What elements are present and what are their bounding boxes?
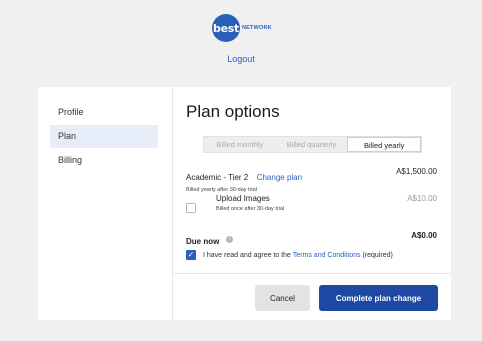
billing-monthly-option[interactable]: Billed monthly	[204, 137, 276, 152]
complete-plan-change-button[interactable]: Complete plan change	[319, 285, 438, 311]
due-now-row: Due now i A$0.00	[186, 231, 437, 249]
sidebar-item-profile[interactable]: Profile	[50, 101, 158, 124]
billing-yearly-option[interactable]: Billed yearly	[347, 137, 422, 152]
terms-agreement-text: I have read and agree to the Terms and C…	[203, 252, 393, 259]
logout-link[interactable]: Logout	[0, 54, 482, 64]
logo-subtext: NETWORK	[242, 25, 272, 31]
page-title: Plan options	[186, 102, 280, 121]
plan-name: Academic - Tier 2	[186, 173, 249, 182]
addon-billing-note: Billed once after 30-day trial	[216, 206, 285, 212]
terms-checkbox[interactable]: ✓	[186, 250, 196, 260]
due-now-price: A$0.00	[411, 231, 437, 240]
billing-quarterly-option[interactable]: Billed quarterly	[276, 137, 348, 152]
addon-checkbox[interactable]	[186, 203, 196, 213]
addon-name: Upload Images	[216, 194, 270, 203]
addon-price: A$10.00	[407, 194, 437, 203]
cancel-button[interactable]: Cancel	[255, 285, 310, 311]
plan-row: Academic - Tier 2 Change plan A$1,500.00…	[186, 167, 437, 193]
sidebar-nav: Profile Plan Billing	[50, 101, 158, 173]
addon-row: Upload Images Billed once after 30-day t…	[186, 194, 437, 216]
terms-agreement-row: ✓ I have read and agree to the Terms and…	[186, 250, 437, 260]
sidebar-item-plan[interactable]: Plan	[50, 125, 158, 148]
plan-billing-note: Billed yearly after 30-day trial	[186, 187, 257, 193]
footer-divider	[173, 273, 451, 274]
plan-price: A$1,500.00	[396, 167, 437, 176]
info-icon[interactable]: i	[225, 236, 233, 244]
due-now-label: Due now	[186, 237, 220, 246]
terms-prefix: I have read and agree to the	[203, 251, 291, 259]
billing-period-toggle: Billed monthly Billed quarterly Billed y…	[203, 136, 422, 153]
terms-link[interactable]: Terms and Conditions	[293, 252, 361, 259]
brand-logo: best NETWORK	[212, 14, 272, 42]
plan-options-panel: Plan options Billed monthly Billed quart…	[172, 87, 451, 320]
change-plan-link[interactable]: Change plan	[257, 173, 302, 182]
terms-suffix: (required)	[362, 251, 393, 259]
logo-mark: best	[212, 14, 240, 42]
settings-card: Profile Plan Billing Plan options Billed…	[38, 87, 451, 320]
sidebar-item-billing[interactable]: Billing	[50, 149, 158, 172]
